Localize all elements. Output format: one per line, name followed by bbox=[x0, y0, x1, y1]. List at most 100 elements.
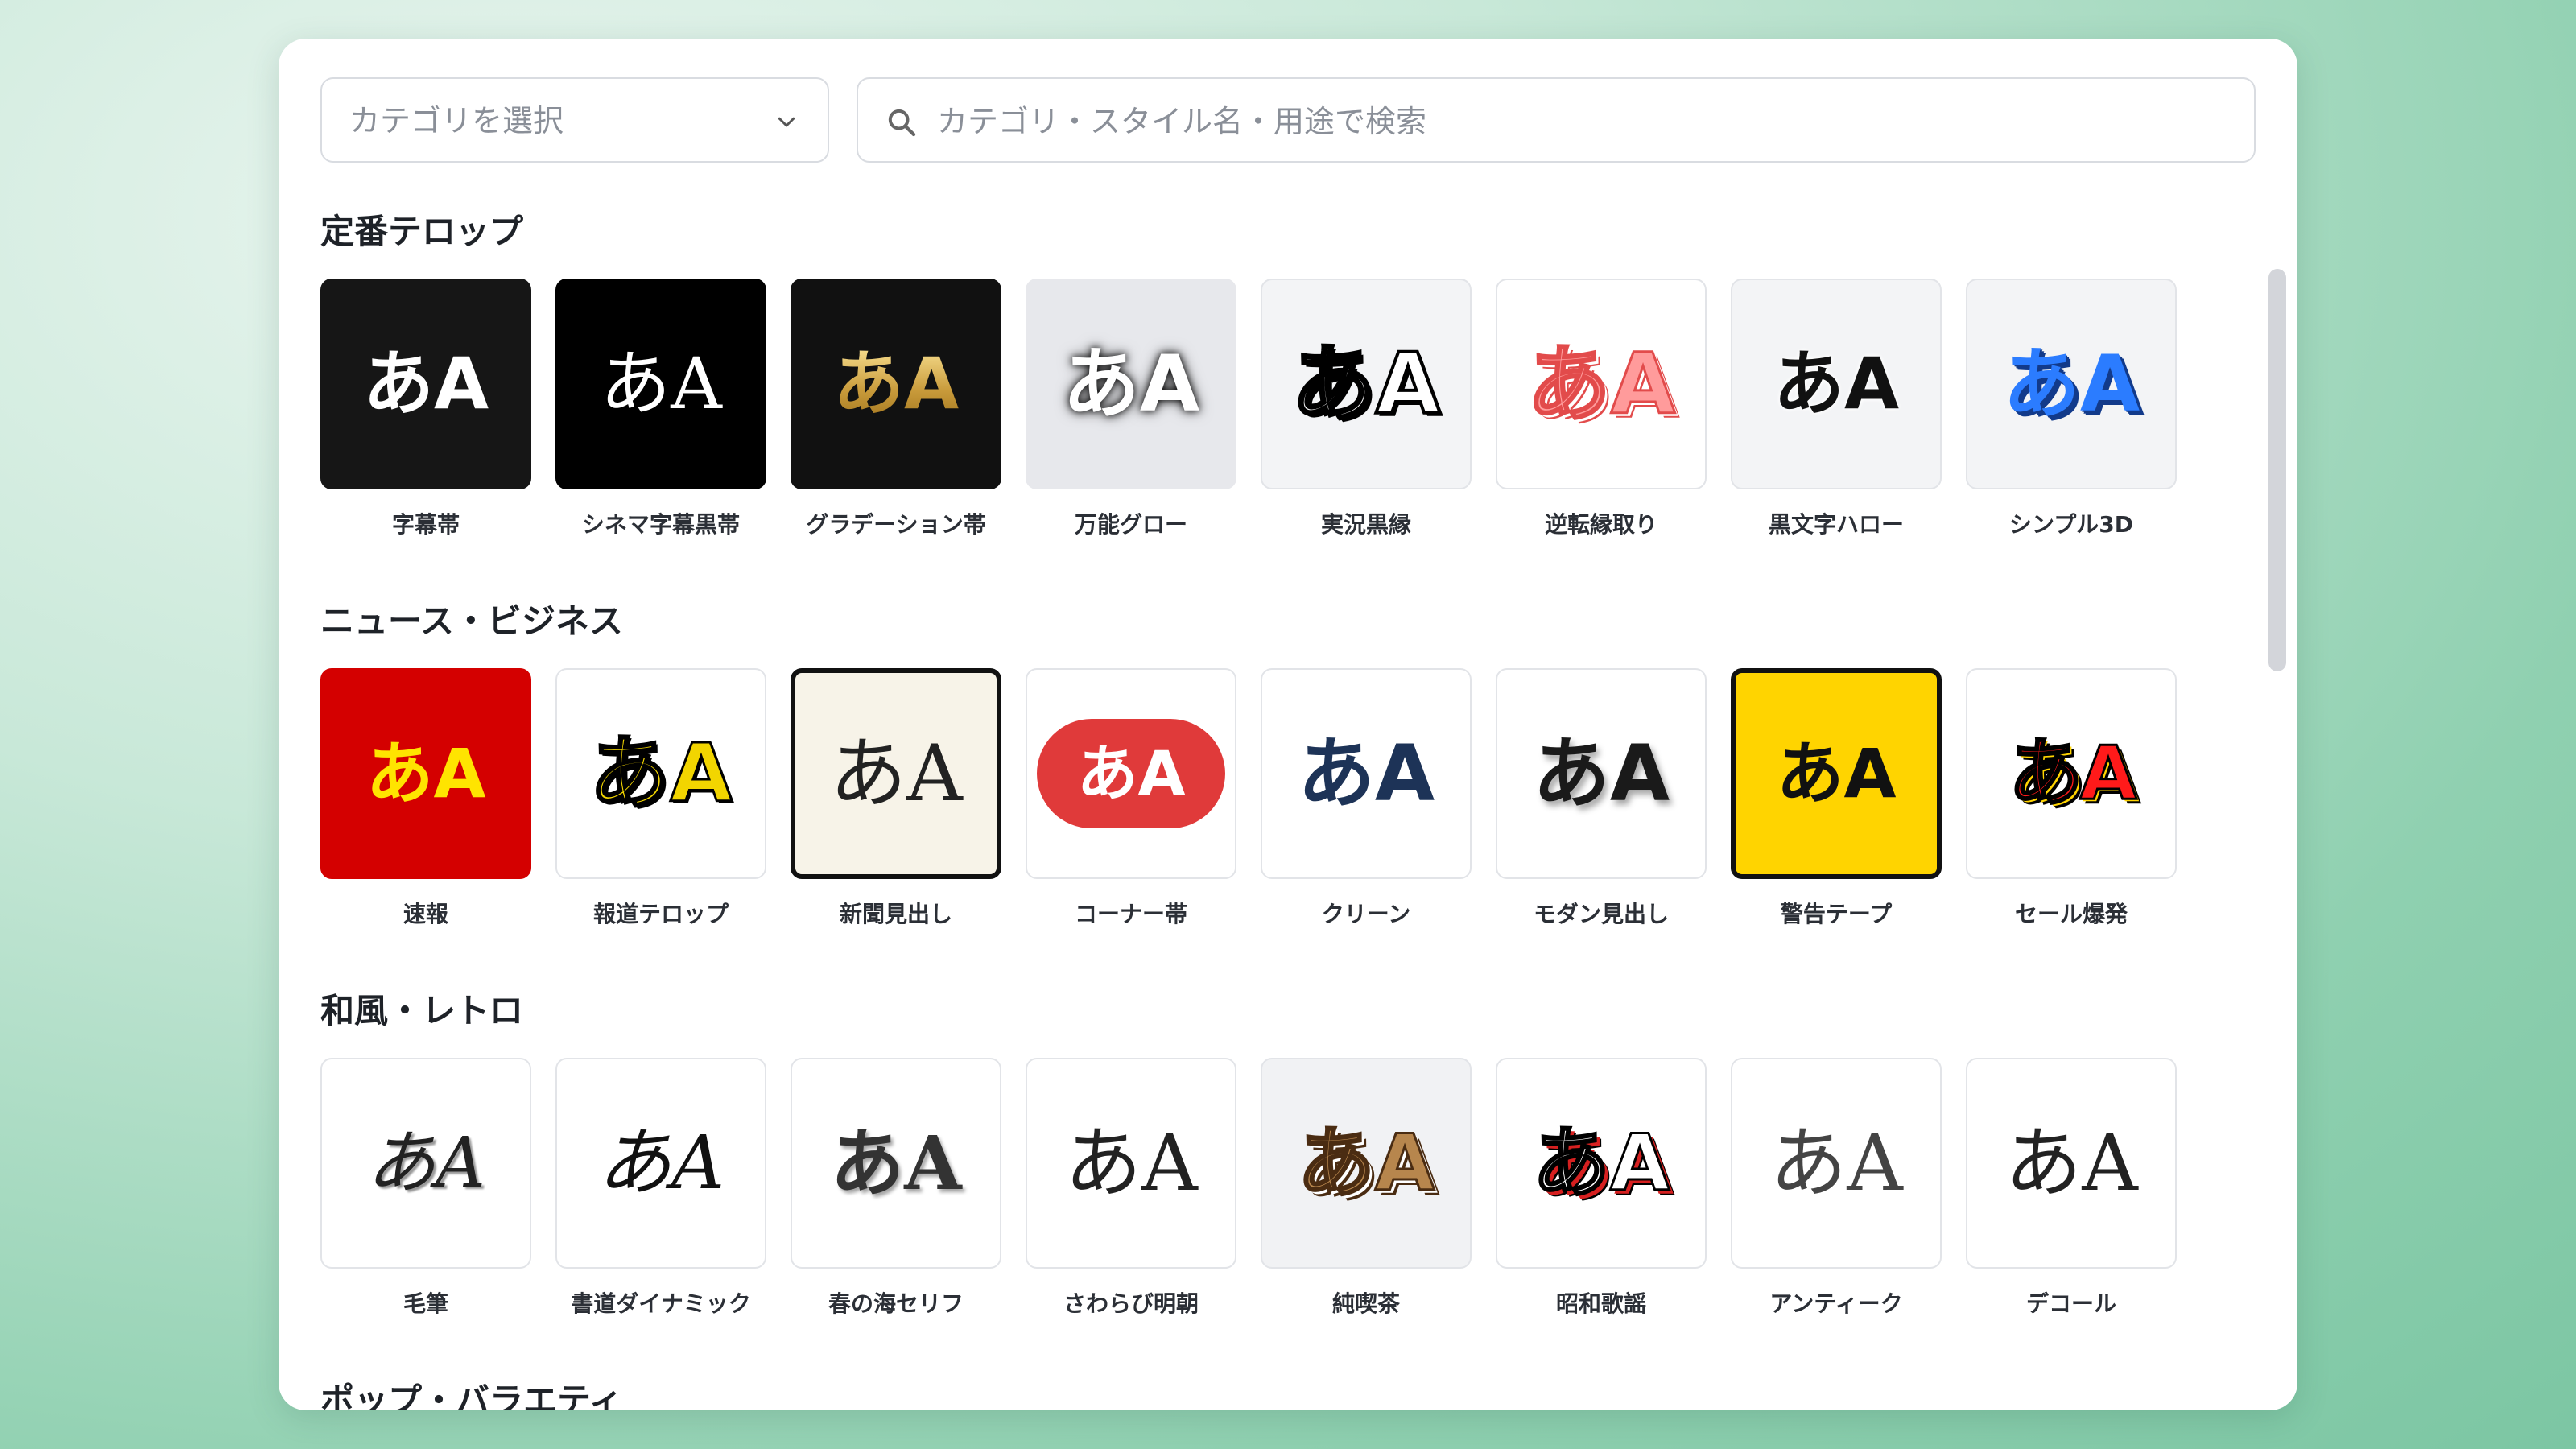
style-preview: あA bbox=[1261, 1058, 1472, 1269]
style-card-jikkyo[interactable]: あA 実況黒縁 bbox=[1261, 279, 1472, 539]
style-card-clean[interactable]: あA クリーン bbox=[1261, 668, 1472, 929]
sample-text: あA bbox=[832, 342, 960, 425]
style-preview: あA bbox=[791, 279, 1001, 489]
section-title: 定番テロップ bbox=[320, 212, 524, 251]
style-label: 毛筆 bbox=[402, 1290, 448, 1317]
category-select[interactable]: カテゴリを選択 bbox=[320, 77, 829, 163]
style-card-modern[interactable]: あA モダン見出し bbox=[1496, 668, 1707, 929]
style-card-showa-kayo[interactable]: あA 昭和歌謡 bbox=[1496, 1058, 1707, 1319]
sample-text: あA bbox=[600, 342, 722, 425]
section-standard-telop: 定番テロップ あA 字幕帯 あA シネマ字幕黒帯 あA グラデーション帯 あA … bbox=[320, 200, 2233, 539]
toolbar: カテゴリを選択 bbox=[320, 77, 2256, 166]
sample-text: あA bbox=[1076, 737, 1186, 809]
style-preview: あA bbox=[555, 279, 766, 489]
section-pop-variety: ポップ・バラエティ bbox=[320, 1368, 2233, 1410]
style-label: クリーン bbox=[1321, 901, 1411, 927]
sample-text: あA bbox=[829, 729, 963, 819]
sample-text: あA bbox=[365, 1123, 486, 1203]
style-card-hodo[interactable]: あA 報道テロップ bbox=[555, 668, 766, 929]
scrollbar-thumb[interactable] bbox=[2268, 269, 2286, 671]
style-preview: あA bbox=[1731, 668, 1942, 879]
style-card-mohitsu[interactable]: あA 毛筆 bbox=[320, 1058, 531, 1319]
sample-text: あA bbox=[1769, 1118, 1903, 1208]
style-card-gradation[interactable]: あA グラデーション帯 bbox=[791, 279, 1001, 539]
sample-text: あA bbox=[1290, 335, 1442, 433]
style-label: 新聞見出し bbox=[839, 901, 952, 927]
sample-text: あA bbox=[1532, 729, 1670, 819]
style-preview: あA bbox=[320, 668, 531, 879]
style-picker-panel: カテゴリを選択 定番テロップ あA 字幕帯 あA bbox=[279, 39, 2297, 1410]
style-label: 実況黒縁 bbox=[1320, 511, 1411, 538]
style-preview: あA bbox=[1261, 279, 1472, 489]
style-preview: あA bbox=[1261, 668, 1472, 879]
style-preview: あA bbox=[1026, 1058, 1236, 1269]
style-card-decor[interactable]: あA デコール bbox=[1966, 1058, 2177, 1319]
style-card-jun-kissa[interactable]: あA 純喫茶 bbox=[1261, 1058, 1472, 1319]
style-card-antique[interactable]: あA アンティーク bbox=[1731, 1058, 1942, 1319]
sample-text: あA bbox=[362, 342, 489, 425]
sample-text: あA bbox=[597, 1120, 725, 1206]
style-label: 純喫茶 bbox=[1331, 1290, 1400, 1317]
style-preview: あA bbox=[1966, 668, 2177, 879]
style-preview: あA bbox=[1026, 279, 1236, 489]
style-card-corner[interactable]: あA コーナー帯 bbox=[1026, 668, 1236, 929]
style-preview: あA bbox=[320, 279, 531, 489]
search-box[interactable] bbox=[857, 77, 2256, 163]
style-preview: あA bbox=[1731, 1058, 1942, 1269]
style-preview: あA bbox=[1731, 279, 1942, 489]
style-card-gyakuten[interactable]: あA 逆転縁取り bbox=[1496, 279, 1707, 539]
style-label: シンプル3D bbox=[2009, 511, 2133, 538]
style-card-shinbun[interactable]: あA 新聞見出し bbox=[791, 668, 1001, 929]
style-label: 警告テープ bbox=[1780, 901, 1893, 927]
style-card-jimaku-obi[interactable]: あA 字幕帯 bbox=[320, 279, 531, 539]
style-preview: あA bbox=[1496, 1058, 1707, 1269]
style-label: 速報 bbox=[402, 901, 448, 927]
style-label: 報道テロップ bbox=[592, 901, 729, 927]
style-preview: あA bbox=[791, 668, 1001, 879]
chevron-down-icon bbox=[778, 117, 795, 127]
search-input[interactable] bbox=[935, 82, 2238, 161]
style-label: アンティーク bbox=[1769, 1290, 1903, 1317]
sample-text: あA bbox=[1064, 1118, 1198, 1208]
sample-text: あA bbox=[2008, 730, 2138, 816]
sample-text: あA bbox=[588, 726, 733, 820]
style-preview: あA bbox=[1966, 1058, 2177, 1269]
style-label: 逆転縁取り bbox=[1544, 511, 1657, 538]
section-wafu-retro: 和風・レトロ あA 毛筆 あA 書道ダイナミック あA 春の海セリフ あA さわ… bbox=[320, 979, 2233, 1319]
style-preview: あA bbox=[1026, 668, 1236, 879]
style-preview: あA bbox=[555, 668, 766, 879]
style-card-sale[interactable]: あA セール爆発 bbox=[1966, 668, 2177, 929]
style-label: 万能グロー bbox=[1074, 511, 1187, 538]
category-select-placeholder: カテゴリを選択 bbox=[349, 103, 564, 138]
style-preview: あA bbox=[555, 1058, 766, 1269]
style-label: 書道ダイナミック bbox=[571, 1290, 751, 1317]
sample-text: あA bbox=[1296, 1118, 1435, 1208]
section-news-business: ニュース・ビジネス あA 速報 あA 報道テロップ あA 新聞見出し あA コー… bbox=[320, 589, 2233, 929]
style-label: デコール bbox=[2025, 1290, 2116, 1317]
style-label: コーナー帯 bbox=[1074, 901, 1187, 927]
style-card-sawarabi[interactable]: あA さわらび明朝 bbox=[1026, 1058, 1236, 1319]
style-card-haru-no-umi[interactable]: あA 春の海セリフ bbox=[791, 1058, 1001, 1319]
style-label: モダン見出し bbox=[1533, 901, 1669, 927]
style-card-simple-3d[interactable]: あA シンプル3D bbox=[1966, 279, 2177, 539]
style-label: シネマ字幕黒帯 bbox=[581, 511, 740, 538]
scrollbar[interactable] bbox=[2268, 232, 2286, 1391]
sample-text: あA bbox=[1297, 729, 1435, 819]
style-label: 字幕帯 bbox=[391, 511, 460, 538]
style-card-keikoku[interactable]: あA 警告テープ bbox=[1731, 668, 1942, 929]
corner-pill: あA bbox=[1037, 719, 1225, 828]
section-title: 和風・レトロ bbox=[320, 991, 524, 1030]
sample-text: あA bbox=[365, 734, 486, 813]
style-card-halo[interactable]: あA 黒文字ハロー bbox=[1731, 279, 1942, 539]
style-card-shodo[interactable]: あA 書道ダイナミック bbox=[555, 1058, 766, 1319]
style-label: セール爆発 bbox=[2014, 901, 2128, 927]
style-label: グラデーション帯 bbox=[806, 511, 986, 538]
sample-text: あA bbox=[1773, 342, 1900, 425]
style-list: 定番テロップ あA 字幕帯 あA シネマ字幕黒帯 あA グラデーション帯 あA … bbox=[320, 200, 2233, 1410]
style-card-sokuho[interactable]: あA 速報 bbox=[320, 668, 531, 929]
search-icon bbox=[888, 109, 916, 137]
style-label: さわらび明朝 bbox=[1063, 1290, 1199, 1317]
style-card-cinema[interactable]: あA シネマ字幕黒帯 bbox=[555, 279, 766, 539]
style-card-glow[interactable]: あA 万能グロー bbox=[1026, 279, 1236, 539]
style-label: 昭和歌謡 bbox=[1555, 1290, 1646, 1317]
